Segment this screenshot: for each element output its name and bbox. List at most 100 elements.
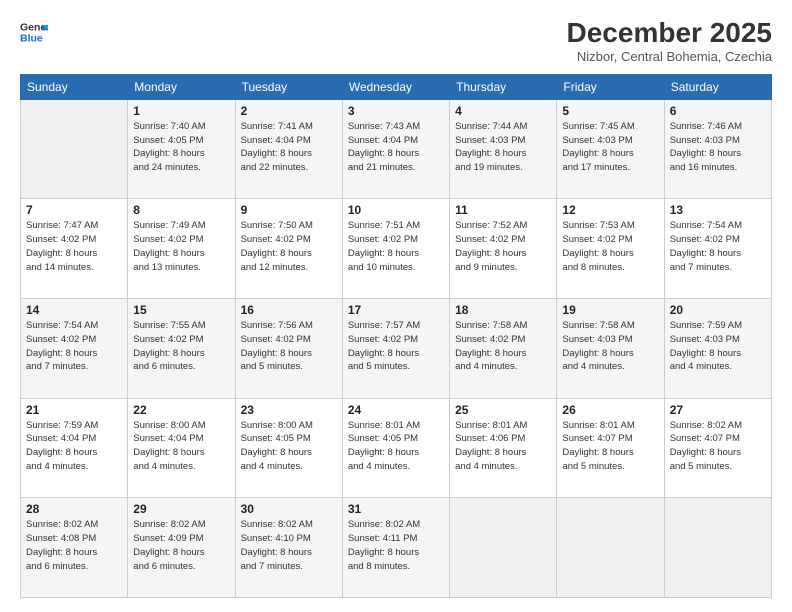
day-number: 15 xyxy=(133,303,229,317)
day-number: 18 xyxy=(455,303,551,317)
calendar-day: 4Sunrise: 7:44 AMSunset: 4:03 PMDaylight… xyxy=(450,99,557,199)
col-tuesday: Tuesday xyxy=(235,74,342,99)
day-info: Sunrise: 8:01 AMSunset: 4:07 PMDaylight:… xyxy=(562,419,658,474)
day-number: 16 xyxy=(241,303,337,317)
day-number: 3 xyxy=(348,104,444,118)
day-number: 2 xyxy=(241,104,337,118)
calendar-week-4: 21 Sunrise: 7:59 AMSunset: 4:04 PMDayligh… xyxy=(21,398,772,498)
day-number: 8 xyxy=(133,203,229,217)
calendar-week-3: 14 Sunrise: 7:54 AMSunset: 4:02 PMDayligh… xyxy=(21,299,772,399)
day-info: Sunrise: 8:02 AMSunset: 4:11 PMDaylight:… xyxy=(348,518,444,573)
calendar-day: 30Sunrise: 8:02 AMSunset: 4:10 PMDayligh… xyxy=(235,498,342,598)
day-info: Sunrise: 8:02 AMSunset: 4:09 PMDaylight:… xyxy=(133,518,229,573)
day-info: Sunrise: 7:55 AMSunset: 4:02 PMDaylight:… xyxy=(133,319,229,374)
day-number: 23 xyxy=(241,403,337,417)
day-number: 14 xyxy=(26,303,122,317)
calendar-day: 22Sunrise: 8:00 AMSunset: 4:04 PMDayligh… xyxy=(128,398,235,498)
day-info: Sunrise: 7:58 AMSunset: 4:02 PMDaylight:… xyxy=(455,319,551,374)
day-info: Sunrise: 7:54 AMSunset: 4:02 PMDaylight:… xyxy=(26,319,122,374)
day-info: Sunrise: 7:59 AMSunset: 4:03 PMDaylight:… xyxy=(670,319,766,374)
calendar-table: Sunday Monday Tuesday Wednesday Thursday… xyxy=(20,74,772,598)
calendar-week-5: 28 Sunrise: 8:02 AMSunset: 4:08 PMDayligh… xyxy=(21,498,772,598)
calendar-day: 28 Sunrise: 8:02 AMSunset: 4:08 PMDayligh… xyxy=(21,498,128,598)
calendar-day: 21 Sunrise: 7:59 AMSunset: 4:04 PMDayligh… xyxy=(21,398,128,498)
calendar-day: 14 Sunrise: 7:54 AMSunset: 4:02 PMDayligh… xyxy=(21,299,128,399)
day-info: Sunrise: 7:53 AMSunset: 4:02 PMDaylight:… xyxy=(562,219,658,274)
day-info: Sunrise: 7:46 AMSunset: 4:03 PMDaylight:… xyxy=(670,120,766,175)
day-info: Sunrise: 7:59 AMSunset: 4:04 PMDaylight:… xyxy=(26,419,122,474)
calendar-day: 6 Sunrise: 7:46 AMSunset: 4:03 PMDaylight… xyxy=(664,99,771,199)
day-number: 17 xyxy=(348,303,444,317)
calendar-day: 8 Sunrise: 7:49 AMSunset: 4:02 PMDaylight… xyxy=(128,199,235,299)
header: General Blue December 2025 Nizbor, Centr… xyxy=(20,18,772,64)
col-wednesday: Wednesday xyxy=(342,74,449,99)
calendar-day: 19 Sunrise: 7:58 AMSunset: 4:03 PMDayligh… xyxy=(557,299,664,399)
day-number: 31 xyxy=(348,502,444,516)
day-info: Sunrise: 7:44 AMSunset: 4:03 PMDaylight:… xyxy=(455,120,551,175)
title-block: December 2025 Nizbor, Central Bohemia, C… xyxy=(567,18,772,64)
calendar-day: 29Sunrise: 8:02 AMSunset: 4:09 PMDayligh… xyxy=(128,498,235,598)
day-number: 20 xyxy=(670,303,766,317)
day-number: 26 xyxy=(562,403,658,417)
day-info: Sunrise: 8:02 AMSunset: 4:07 PMDaylight:… xyxy=(670,419,766,474)
day-number: 5 xyxy=(562,104,658,118)
calendar-day: 13Sunrise: 7:54 AMSunset: 4:02 PMDayligh… xyxy=(664,199,771,299)
day-info: Sunrise: 7:50 AMSunset: 4:02 PMDaylight:… xyxy=(241,219,337,274)
day-number: 28 xyxy=(26,502,122,516)
day-info: Sunrise: 7:40 AMSunset: 4:05 PMDaylight:… xyxy=(133,120,229,175)
calendar-day: 26 Sunrise: 8:01 AMSunset: 4:07 PMDayligh… xyxy=(557,398,664,498)
header-row: Sunday Monday Tuesday Wednesday Thursday… xyxy=(21,74,772,99)
day-info: Sunrise: 7:58 AMSunset: 4:03 PMDaylight:… xyxy=(562,319,658,374)
calendar-day: 24Sunrise: 8:01 AMSunset: 4:05 PMDayligh… xyxy=(342,398,449,498)
calendar-day: 15 Sunrise: 7:55 AMSunset: 4:02 PMDayligh… xyxy=(128,299,235,399)
day-info: Sunrise: 7:41 AMSunset: 4:04 PMDaylight:… xyxy=(241,120,337,175)
day-info: Sunrise: 7:43 AMSunset: 4:04 PMDaylight:… xyxy=(348,120,444,175)
day-number: 10 xyxy=(348,203,444,217)
logo-icon: General Blue xyxy=(20,18,48,46)
calendar-day xyxy=(21,99,128,199)
calendar-day: 7Sunrise: 7:47 AMSunset: 4:02 PMDaylight… xyxy=(21,199,128,299)
day-number: 6 xyxy=(670,104,766,118)
col-monday: Monday xyxy=(128,74,235,99)
day-info: Sunrise: 7:54 AMSunset: 4:02 PMDaylight:… xyxy=(670,219,766,274)
day-info: Sunrise: 7:51 AMSunset: 4:02 PMDaylight:… xyxy=(348,219,444,274)
svg-text:Blue: Blue xyxy=(20,33,43,45)
subtitle: Nizbor, Central Bohemia, Czechia xyxy=(567,49,772,64)
day-number: 25 xyxy=(455,403,551,417)
calendar-day: 18 Sunrise: 7:58 AMSunset: 4:02 PMDayligh… xyxy=(450,299,557,399)
calendar-day: 11Sunrise: 7:52 AMSunset: 4:02 PMDayligh… xyxy=(450,199,557,299)
calendar-day: 27 Sunrise: 8:02 AMSunset: 4:07 PMDayligh… xyxy=(664,398,771,498)
day-number: 12 xyxy=(562,203,658,217)
col-saturday: Saturday xyxy=(664,74,771,99)
calendar-week-2: 7Sunrise: 7:47 AMSunset: 4:02 PMDaylight… xyxy=(21,199,772,299)
calendar-day: 25 Sunrise: 8:01 AMSunset: 4:06 PMDayligh… xyxy=(450,398,557,498)
calendar-day: 9Sunrise: 7:50 AMSunset: 4:02 PMDaylight… xyxy=(235,199,342,299)
calendar-day: 16 Sunrise: 7:56 AMSunset: 4:02 PMDayligh… xyxy=(235,299,342,399)
col-friday: Friday xyxy=(557,74,664,99)
calendar-day: 5Sunrise: 7:45 AMSunset: 4:03 PMDaylight… xyxy=(557,99,664,199)
main-title: December 2025 xyxy=(567,18,772,49)
calendar-day: 3 Sunrise: 7:43 AMSunset: 4:04 PMDaylight… xyxy=(342,99,449,199)
day-info: Sunrise: 7:47 AMSunset: 4:02 PMDaylight:… xyxy=(26,219,122,274)
day-info: Sunrise: 7:56 AMSunset: 4:02 PMDaylight:… xyxy=(241,319,337,374)
calendar-day: 20 Sunrise: 7:59 AMSunset: 4:03 PMDayligh… xyxy=(664,299,771,399)
day-number: 22 xyxy=(133,403,229,417)
calendar-day: 12 Sunrise: 7:53 AMSunset: 4:02 PMDayligh… xyxy=(557,199,664,299)
day-number: 11 xyxy=(455,203,551,217)
day-info: Sunrise: 7:49 AMSunset: 4:02 PMDaylight:… xyxy=(133,219,229,274)
day-number: 27 xyxy=(670,403,766,417)
day-info: Sunrise: 8:01 AMSunset: 4:06 PMDaylight:… xyxy=(455,419,551,474)
calendar-week-1: 1 Sunrise: 7:40 AMSunset: 4:05 PMDaylight… xyxy=(21,99,772,199)
day-number: 19 xyxy=(562,303,658,317)
day-number: 1 xyxy=(133,104,229,118)
calendar-day: 1 Sunrise: 7:40 AMSunset: 4:05 PMDaylight… xyxy=(128,99,235,199)
calendar-day: 23Sunrise: 8:00 AMSunset: 4:05 PMDayligh… xyxy=(235,398,342,498)
day-info: Sunrise: 8:02 AMSunset: 4:08 PMDaylight:… xyxy=(26,518,122,573)
day-number: 21 xyxy=(26,403,122,417)
page: General Blue December 2025 Nizbor, Centr… xyxy=(0,0,792,612)
day-info: Sunrise: 7:57 AMSunset: 4:02 PMDaylight:… xyxy=(348,319,444,374)
calendar-day: 2 Sunrise: 7:41 AMSunset: 4:04 PMDaylight… xyxy=(235,99,342,199)
calendar-day: 31 Sunrise: 8:02 AMSunset: 4:11 PMDayligh… xyxy=(342,498,449,598)
col-thursday: Thursday xyxy=(450,74,557,99)
calendar-day xyxy=(664,498,771,598)
